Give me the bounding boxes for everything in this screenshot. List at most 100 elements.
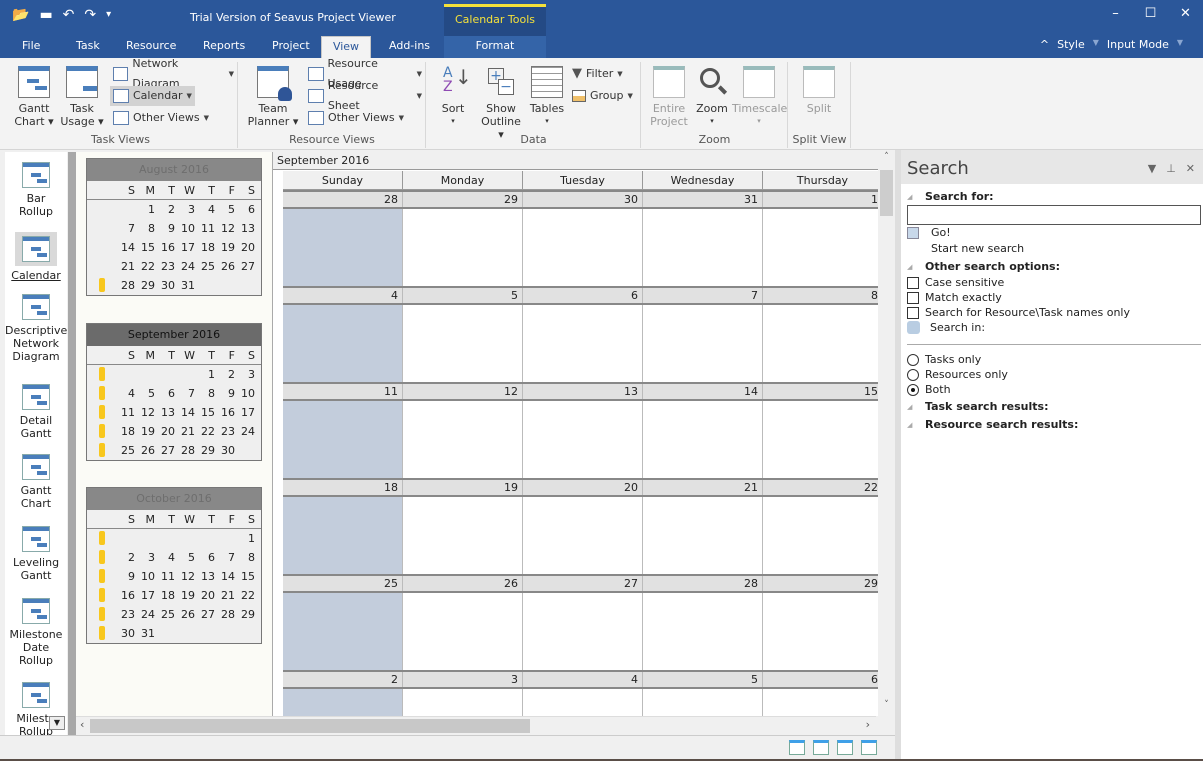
calendar-day-cell[interactable]	[403, 209, 523, 286]
calendar-date-label[interactable]: 15	[763, 384, 878, 399]
mini-calendar-day[interactable]: 14	[117, 238, 137, 257]
calendar-date-label[interactable]: 13	[523, 384, 643, 399]
mini-calendar-day[interactable]: 6	[237, 200, 257, 219]
mini-calendar-day[interactable]: 21	[117, 257, 137, 276]
mini-calendar-title[interactable]: September 2016	[87, 324, 261, 346]
view-descriptive-network-diagram[interactable]: Descriptive Network Diagram	[5, 294, 67, 363]
collapse-ribbon-icon[interactable]: ^	[1040, 38, 1049, 51]
mini-calendar-day[interactable]: 2	[217, 365, 237, 384]
calendar-button[interactable]: Calendar ▼	[110, 86, 195, 106]
calendar-date-label[interactable]: 11	[283, 384, 403, 399]
mini-calendar-day[interactable]: 8	[237, 548, 257, 567]
mini-calendar-day[interactable]: 14	[217, 567, 237, 586]
calendar-horizontal-scrollbar[interactable]: ‹ ›	[76, 716, 876, 734]
view-gantt-chart[interactable]: Gantt Chart	[5, 454, 67, 510]
mini-calendar-day[interactable]: 16	[217, 403, 237, 422]
search-for-section[interactable]: ◢ Search for:	[907, 190, 994, 203]
resources-only-radio[interactable]: Resources only	[907, 368, 1008, 381]
calendar-date-label[interactable]: 3	[403, 672, 523, 687]
mini-calendar-day[interactable]: 28	[217, 605, 237, 624]
calendar-day-cell[interactable]	[403, 305, 523, 382]
calendar-date-label[interactable]: 28	[283, 192, 403, 207]
mini-calendar-day[interactable]: 4	[197, 200, 217, 219]
customize-qat-icon[interactable]: ▾	[106, 7, 111, 23]
mini-calendar-day[interactable]: 30	[157, 276, 177, 295]
mini-calendar-day[interactable]: 28	[177, 441, 197, 460]
mini-calendar-day[interactable]: 26	[217, 257, 237, 276]
mini-calendar-day[interactable]: 20	[157, 422, 177, 441]
calendar-date-label[interactable]: 22	[763, 480, 878, 495]
mini-calendar-day[interactable]: 31	[177, 276, 197, 295]
calendar-date-label[interactable]: 7	[643, 288, 763, 303]
start-new-search-link[interactable]: Start new search	[931, 242, 1024, 255]
scroll-right-icon[interactable]: ›	[866, 718, 870, 731]
mini-calendar-day[interactable]: 22	[137, 257, 157, 276]
mini-calendar-day[interactable]: 4	[117, 384, 137, 403]
mini-calendar-day[interactable]: 16	[157, 238, 177, 257]
team-planner-button[interactable]: Team Planner ▾	[247, 66, 299, 128]
calendar-date-label[interactable]: 21	[643, 480, 763, 495]
team-planner-shortcut-icon[interactable]	[837, 740, 853, 755]
calendar-day-cell[interactable]	[283, 689, 403, 716]
calendar-day-cell[interactable]	[283, 497, 403, 574]
mini-calendar-day[interactable]: 9	[117, 567, 137, 586]
undo-icon[interactable]: ↶	[63, 7, 75, 23]
resource-other-views-button[interactable]: Other Views ▼	[305, 108, 407, 128]
mini-calendar-day[interactable]: 13	[237, 219, 257, 238]
mini-calendar-day[interactable]: 3	[177, 200, 197, 219]
mini-calendar-day[interactable]: 8	[137, 219, 157, 238]
vertical-scroll-thumb[interactable]	[880, 170, 893, 216]
calendar-day-cell[interactable]	[643, 209, 763, 286]
mini-calendar-day[interactable]: 9	[157, 219, 177, 238]
gantt-chart-button[interactable]: Gantt Chart ▾	[12, 66, 56, 128]
resource-results-section[interactable]: ◢ Resource search results:	[907, 418, 1078, 431]
mini-calendar-day[interactable]: 5	[137, 384, 157, 403]
timescale-button[interactable]: Timescale ▾	[732, 66, 787, 128]
mini-calendar-day[interactable]: 24	[237, 422, 257, 441]
view-leveling-gantt[interactable]: Leveling Gantt	[5, 526, 67, 582]
resource-sheet-shortcut-icon[interactable]	[861, 740, 877, 755]
task-usage-shortcut-icon[interactable]	[813, 740, 829, 755]
mini-calendar-day[interactable]: 21	[177, 422, 197, 441]
mini-calendar-day[interactable]: 6	[157, 384, 177, 403]
entire-project-button[interactable]: Entire Project	[646, 66, 692, 128]
scroll-left-icon[interactable]: ‹	[80, 718, 84, 731]
mini-calendar-day[interactable]: 19	[217, 238, 237, 257]
split-button[interactable]: Split	[797, 66, 841, 115]
calendar-date-label[interactable]: 26	[403, 576, 523, 591]
mini-calendar-day[interactable]: 2	[157, 200, 177, 219]
mini-calendar-title[interactable]: August 2016	[87, 159, 261, 181]
mini-calendar-day[interactable]: 24	[177, 257, 197, 276]
mini-calendar-day[interactable]: 24	[137, 605, 157, 624]
mini-calendar-day[interactable]: 29	[137, 276, 157, 295]
calendar-day-cell[interactable]	[403, 401, 523, 478]
both-radio[interactable]: Both	[907, 383, 951, 396]
calendar-day-cell[interactable]	[763, 305, 878, 382]
calendar-date-label[interactable]: 8	[763, 288, 878, 303]
mini-calendar-day[interactable]: 11	[197, 219, 217, 238]
save-icon[interactable]: ▬	[39, 7, 52, 23]
show-outline-button[interactable]: + − Show Outline ▾	[477, 66, 525, 141]
redo-icon[interactable]: ↷	[84, 7, 96, 23]
mini-calendar-day[interactable]: 13	[197, 567, 217, 586]
mini-calendar-day[interactable]: 13	[157, 403, 177, 422]
task-results-section[interactable]: ◢ Task search results:	[907, 400, 1048, 413]
calendar-date-label[interactable]: 1	[763, 192, 878, 207]
scroll-down-icon[interactable]: ˅	[878, 700, 895, 710]
calendar-day-cell[interactable]	[763, 209, 878, 286]
mini-calendar-day[interactable]: 14	[177, 403, 197, 422]
close-button[interactable]: ✕	[1168, 6, 1203, 21]
mini-calendar-day[interactable]: 11	[117, 403, 137, 422]
mini-calendar-day[interactable]: 11	[157, 567, 177, 586]
mini-calendar-day[interactable]: 19	[177, 586, 197, 605]
calendar-day-cell[interactable]	[523, 593, 643, 670]
mini-calendar-day[interactable]: 15	[237, 567, 257, 586]
mini-calendar-day[interactable]: 18	[197, 238, 217, 257]
mini-calendar-day[interactable]: 5	[217, 200, 237, 219]
mini-calendar-day[interactable]: 18	[117, 422, 137, 441]
task-usage-button[interactable]: Task Usage ▾	[60, 66, 104, 128]
mini-calendar-day[interactable]: 3	[137, 548, 157, 567]
zoom-button[interactable]: Zoom ▾	[692, 66, 732, 128]
calendar-date-label[interactable]: 6	[763, 672, 878, 687]
calendar-date-label[interactable]: 29	[763, 576, 878, 591]
